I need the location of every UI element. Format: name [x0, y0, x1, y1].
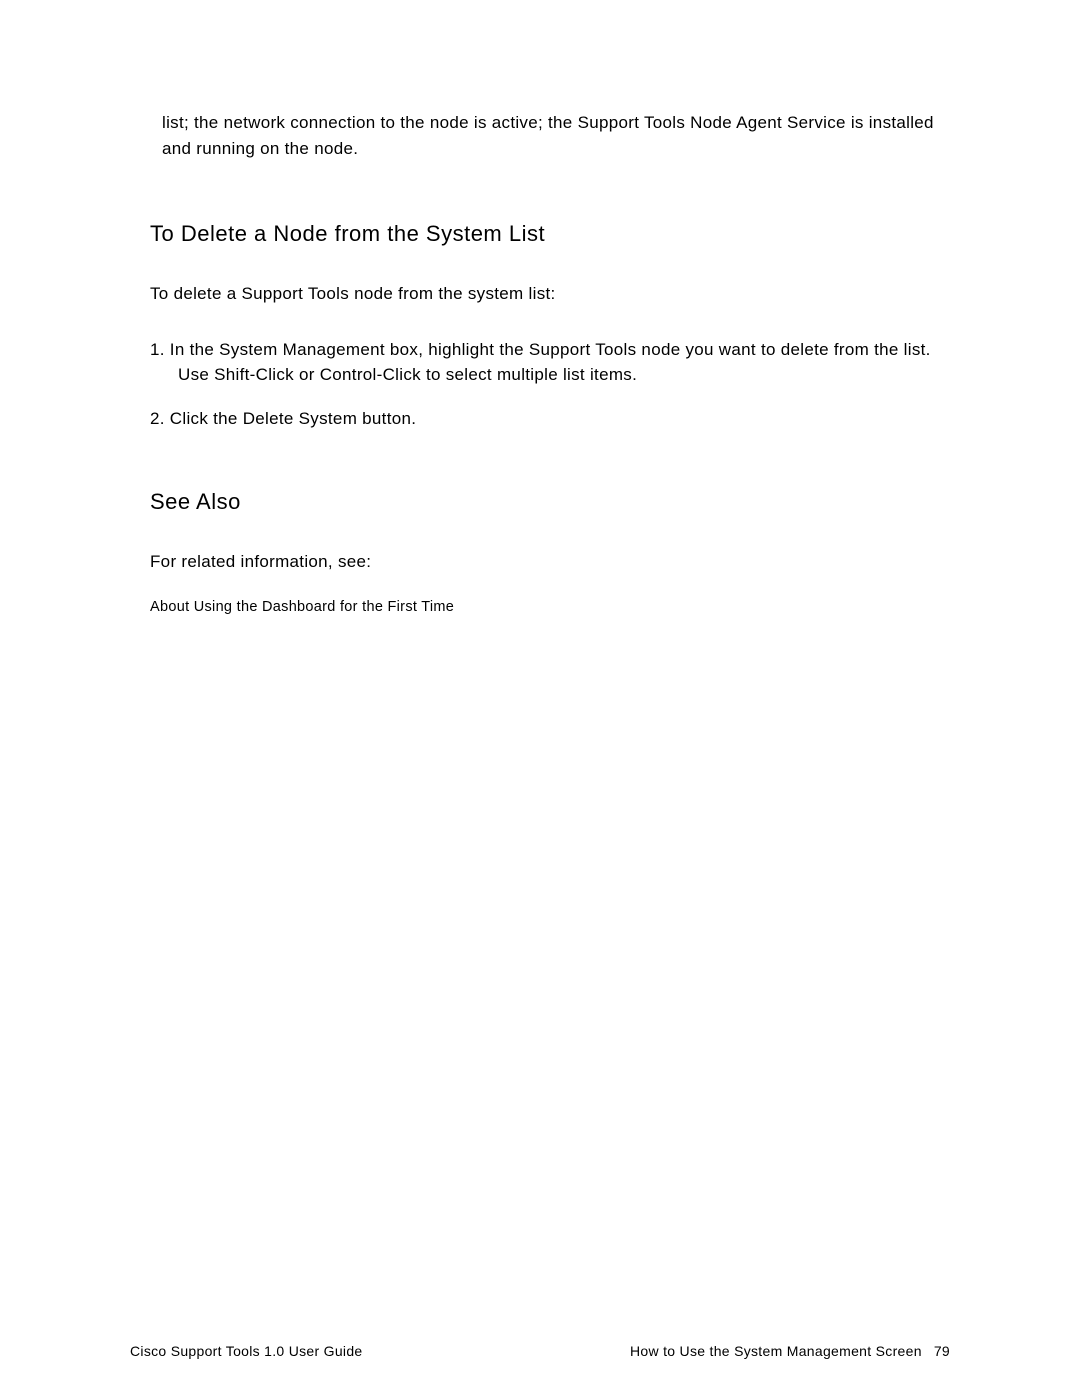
document-page: list; the network connection to the node… [0, 0, 1080, 1397]
footer-section-title: How to Use the System Management Screen [630, 1343, 922, 1359]
footer-page-number: 79 [934, 1343, 950, 1359]
step-2: 2. Click the Delete System button. [150, 406, 950, 432]
footer-guide-title: Cisco Support Tools 1.0 User Guide [130, 1343, 363, 1359]
continuation-paragraph: list; the network connection to the node… [150, 110, 950, 161]
step-1: 1. In the System Management box, highlig… [150, 337, 950, 388]
see-also-intro: For related information, see: [150, 549, 950, 575]
intro-paragraph: To delete a Support Tools node from the … [150, 281, 950, 307]
footer-right: How to Use the System Management Screen … [630, 1343, 950, 1359]
section-heading-delete-node: To Delete a Node from the System List [150, 221, 950, 247]
section-heading-see-also: See Also [150, 489, 950, 515]
page-footer: Cisco Support Tools 1.0 User Guide How t… [130, 1343, 950, 1359]
related-link: About Using the Dashboard for the First … [150, 599, 950, 615]
